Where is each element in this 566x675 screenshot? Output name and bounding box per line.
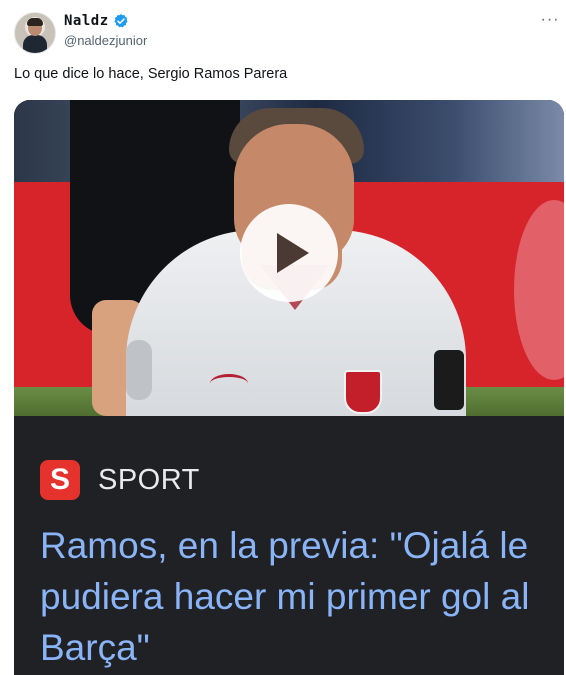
- link-preview[interactable]: S SPORT Ramos, en la previa: "Ojalá le p…: [14, 416, 564, 675]
- author-name-row: Naldz: [64, 12, 129, 30]
- more-horizontal-icon[interactable]: ···: [540, 10, 560, 30]
- sport-logo-icon: S: [40, 460, 80, 500]
- source-name: SPORT: [98, 463, 200, 496]
- play-icon: [277, 233, 309, 273]
- display-name[interactable]: Naldz: [64, 13, 109, 29]
- tweet-header: Naldz @naldezjunior ···: [0, 0, 566, 60]
- link-source: S SPORT: [40, 460, 200, 500]
- author-handle[interactable]: @naldezjunior: [64, 33, 147, 48]
- video-thumbnail[interactable]: [14, 100, 564, 416]
- tweet-text: Lo que dice lo hace, Sergio Ramos Parera: [14, 66, 288, 82]
- avatar[interactable]: [14, 12, 56, 54]
- verified-badge-icon: [114, 14, 128, 28]
- play-button[interactable]: [240, 204, 338, 302]
- link-headline[interactable]: Ramos, en la previa: "Ojalá le pudiera h…: [40, 520, 540, 673]
- media-card[interactable]: S SPORT Ramos, en la previa: "Ojalá le p…: [14, 100, 564, 675]
